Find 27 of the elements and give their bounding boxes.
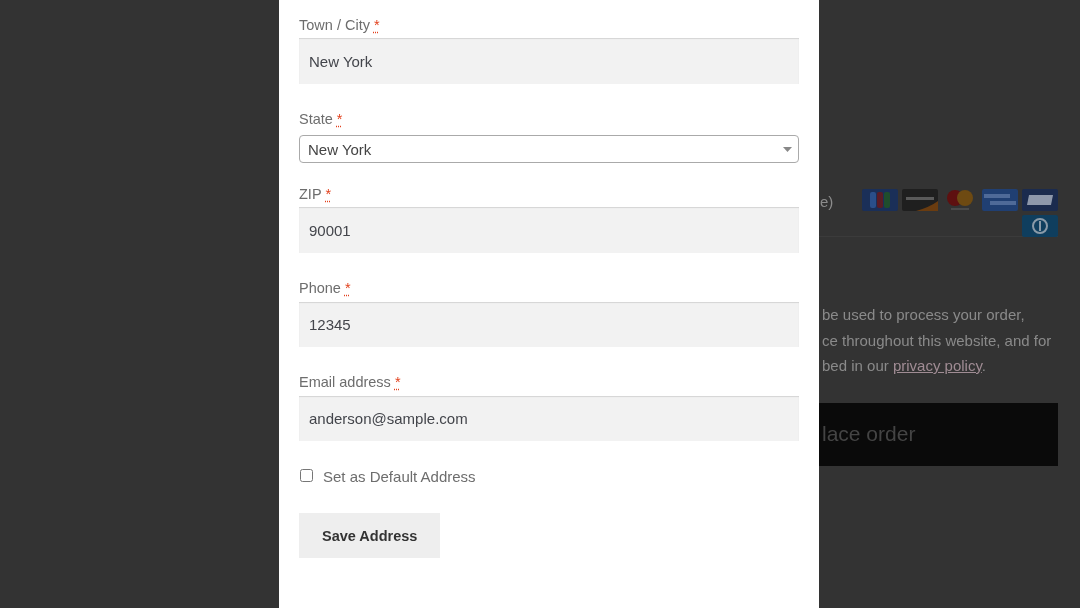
payment-logo-icon [862,189,898,211]
input-field[interactable]: anderson@sample.com [299,396,799,441]
required-mark: * [394,373,401,392]
input-field[interactable]: 90001 [299,207,799,253]
field-label: Email address [299,373,391,392]
select-field[interactable]: New York [299,135,799,163]
payment-logo-icon [982,189,1018,211]
save-address-button[interactable]: Save Address [299,513,441,558]
field-label: ZIP [299,185,322,204]
required-mark: * [344,279,351,298]
payment-logo-icon [1022,189,1058,211]
field-label: State [299,110,333,129]
required-mark: * [325,185,332,204]
input-field[interactable]: 12345 [299,302,799,347]
privacy-notice-text: be used to process your order, ce throughout this website, and for bed in our privacy policy. [821,305,1053,376]
caret-icon [783,147,792,152]
checkbox-label: Set as Default Address [323,467,476,485]
payment-logo-icon [1022,215,1058,237]
required-mark: * [373,16,380,35]
required-mark: * [336,110,343,129]
input-field[interactable]: New York [299,38,799,84]
field-label: Town / City [299,16,370,35]
text-fragment: e) [819,192,834,212]
checkbox[interactable] [300,468,313,482]
payment-logo-icon [902,189,938,211]
privacy-policy-link[interactable]: privacy policy [892,357,982,374]
field-label: Phone [299,279,341,298]
